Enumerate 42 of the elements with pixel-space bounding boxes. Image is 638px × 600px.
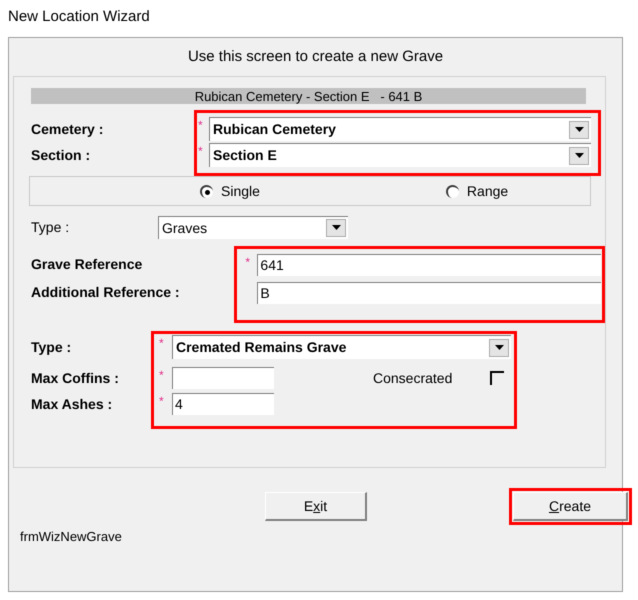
form-name: frmWizNewGrave — [20, 528, 122, 546]
required-mark: * — [159, 367, 165, 381]
radio-button[interactable] — [200, 184, 213, 198]
input-field[interactable] — [172, 367, 274, 389]
input-field[interactable]: B — [257, 282, 602, 304]
dropdown[interactable]: Cremated Remains Grave — [172, 335, 511, 359]
caret-icon[interactable] — [569, 146, 589, 164]
dropdown[interactable]: Graves — [158, 216, 348, 239]
summary-text: Rubican Cemetery - Section E - 641 B — [194, 90, 422, 102]
field-label: Type : — [31, 338, 72, 357]
field-label: Grave Reference — [31, 254, 142, 274]
input-field[interactable]: 4 — [172, 393, 274, 415]
required-mark: * — [197, 143, 204, 157]
input-field[interactable]: 641 — [257, 254, 602, 276]
checkbox-label: Consecrated — [373, 368, 452, 388]
radio-label: Single — [221, 182, 260, 201]
radio-button[interactable] — [446, 184, 459, 198]
dropdown-value: Rubican Cemetery — [212, 120, 337, 139]
required-mark: * — [159, 335, 165, 349]
radio-label: Range — [466, 182, 508, 201]
header-text: Use this screen to create a new Grave — [188, 46, 444, 67]
field-label: Cemetery : — [31, 120, 104, 139]
field-label: Max Ashes : — [31, 394, 112, 414]
caret-icon[interactable] — [569, 120, 589, 138]
caret-icon[interactable] — [489, 338, 509, 356]
required-mark: * — [244, 254, 252, 268]
dropdown-value: Graves — [161, 218, 208, 238]
dropdown[interactable]: Section E — [209, 143, 591, 167]
field-label: Max Coffins : — [31, 368, 119, 388]
window-title: New Location Wizard — [7, 7, 151, 27]
dropdown-value: Cremated Remains Grave — [175, 338, 348, 357]
required-mark: * — [197, 117, 204, 131]
required-mark: * — [159, 393, 165, 407]
field-label: Additional Reference : — [31, 282, 180, 302]
exit-button[interactable]: Exit — [265, 492, 367, 521]
dropdown-value: Section E — [212, 146, 278, 165]
checkbox[interactable] — [490, 371, 504, 385]
caret-icon[interactable] — [326, 219, 346, 237]
field-label: Type : — [31, 218, 70, 237]
create-button[interactable]: Create — [513, 492, 628, 521]
field-label: Section : — [31, 146, 90, 164]
dropdown[interactable]: Rubican Cemetery — [209, 117, 591, 141]
